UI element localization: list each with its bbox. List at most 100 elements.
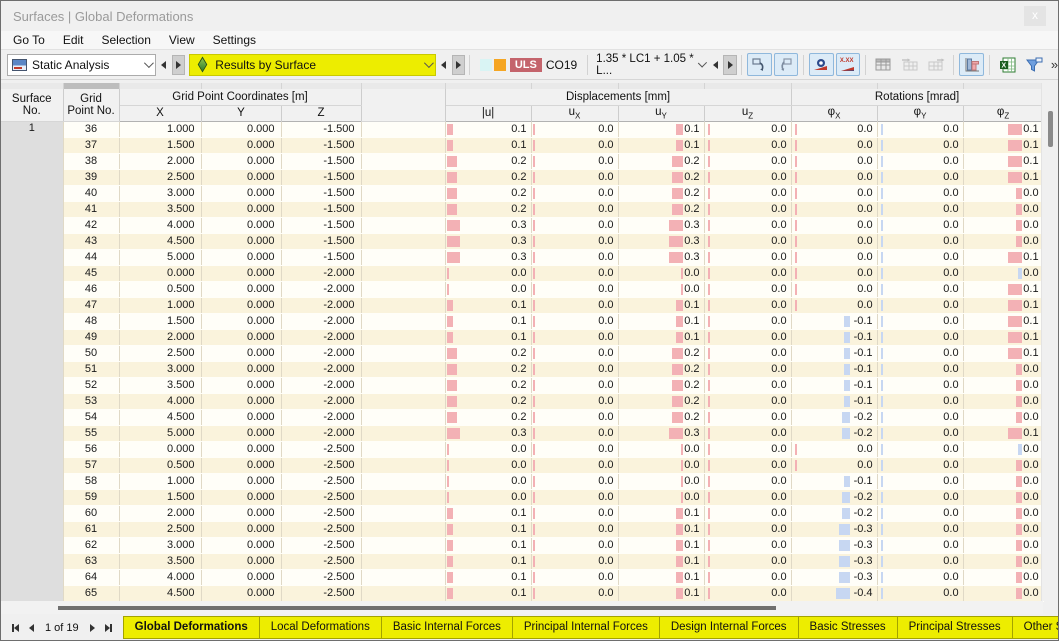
- coordinate-cell[interactable]: 0.000: [201, 313, 282, 330]
- spacer-cell[interactable]: [361, 441, 446, 458]
- value-cell[interactable]: 0.0: [963, 473, 1044, 490]
- coordinate-cell[interactable]: -1.500: [281, 121, 362, 138]
- value-cell[interactable]: 0.0: [877, 489, 964, 506]
- grid-point-no-cell[interactable]: 41: [63, 201, 120, 218]
- value-cell[interactable]: 0.0: [877, 393, 964, 410]
- coordinate-cell[interactable]: 0.000: [119, 441, 202, 458]
- load-combination-combobox[interactable]: 1.35 * LC1 + 1.05 * L...: [592, 53, 708, 77]
- grid-point-no-cell[interactable]: 47: [63, 297, 120, 314]
- grid-point-no-cell[interactable]: 43: [63, 233, 120, 250]
- spacer-cell[interactable]: [361, 169, 446, 186]
- value-cell[interactable]: 0.1: [445, 297, 532, 314]
- value-cell[interactable]: -0.3: [791, 553, 878, 570]
- coordinate-cell[interactable]: -1.500: [281, 185, 362, 202]
- coordinate-cell[interactable]: 5.000: [119, 249, 202, 266]
- value-cell[interactable]: 0.0: [963, 377, 1044, 394]
- value-cell[interactable]: 0.0: [531, 153, 619, 170]
- grid-point-no-cell[interactable]: 38: [63, 153, 120, 170]
- pager-prev-button[interactable]: [23, 620, 39, 636]
- value-cell[interactable]: 0.2: [618, 377, 705, 394]
- spacer-cell[interactable]: [361, 425, 446, 442]
- grid-point-no-cell[interactable]: 39: [63, 169, 120, 186]
- value-cell[interactable]: 0.0: [704, 121, 792, 138]
- value-cell[interactable]: 0.3: [445, 217, 532, 234]
- value-cell[interactable]: 0.0: [531, 441, 619, 458]
- coordinate-cell[interactable]: -2.500: [281, 473, 362, 490]
- coordinate-cell[interactable]: 0.000: [201, 537, 282, 554]
- value-cell[interactable]: 0.0: [963, 393, 1044, 410]
- coordinate-cell[interactable]: 0.000: [201, 585, 282, 602]
- value-cell[interactable]: 0.0: [704, 153, 792, 170]
- value-cell[interactable]: 0.0: [531, 377, 619, 394]
- value-cell[interactable]: 0.0: [877, 585, 964, 602]
- coordinate-cell[interactable]: -1.500: [281, 233, 362, 250]
- menu-view[interactable]: View: [160, 31, 204, 49]
- value-cell[interactable]: 0.0: [704, 137, 792, 154]
- combination-prev-button[interactable]: [709, 55, 723, 75]
- value-cell[interactable]: 0.1: [618, 569, 705, 586]
- analysis-type-combobox[interactable]: Static Analysis: [7, 53, 156, 76]
- value-cell[interactable]: 0.0: [877, 345, 964, 362]
- value-cell[interactable]: 0.0: [531, 425, 619, 442]
- pager-last-button[interactable]: [101, 620, 117, 636]
- grid-point-no-cell[interactable]: 54: [63, 409, 120, 426]
- value-cell[interactable]: 0.0: [704, 553, 792, 570]
- spacer-cell[interactable]: [361, 361, 446, 378]
- value-cell[interactable]: 0.0: [531, 553, 619, 570]
- coordinate-cell[interactable]: 0.000: [201, 297, 282, 314]
- value-cell[interactable]: 0.0: [877, 473, 964, 490]
- coordinate-cell[interactable]: 0.000: [201, 153, 282, 170]
- result-viewer-button[interactable]: [809, 53, 834, 76]
- value-cell[interactable]: 0.0: [618, 489, 705, 506]
- value-cell[interactable]: 0.1: [963, 281, 1044, 298]
- value-cell[interactable]: 0.1: [618, 121, 705, 138]
- spacer-cell[interactable]: [361, 457, 446, 474]
- spacer-cell[interactable]: [361, 121, 446, 138]
- coordinate-cell[interactable]: -2.000: [281, 393, 362, 410]
- value-cell[interactable]: 0.0: [963, 361, 1044, 378]
- value-cell[interactable]: 0.2: [445, 201, 532, 218]
- coordinate-cell[interactable]: 0.000: [201, 185, 282, 202]
- coordinate-cell[interactable]: 3.500: [119, 553, 202, 570]
- value-cell[interactable]: 0.1: [963, 313, 1044, 330]
- spacer-cell[interactable]: [361, 313, 446, 330]
- toolbar-overflow-button[interactable]: »: [1051, 57, 1058, 72]
- value-cell[interactable]: 0.0: [704, 537, 792, 554]
- value-cell[interactable]: 0.0: [531, 473, 619, 490]
- spacer-cell[interactable]: [361, 201, 446, 218]
- value-cell[interactable]: 0.0: [791, 153, 878, 170]
- coordinate-cell[interactable]: -2.000: [281, 377, 362, 394]
- menu-settings[interactable]: Settings: [204, 31, 265, 49]
- value-cell[interactable]: 0.1: [963, 249, 1044, 266]
- coordinate-cell[interactable]: 1.500: [119, 137, 202, 154]
- value-cell[interactable]: 0.0: [531, 201, 619, 218]
- value-cell[interactable]: 0.0: [704, 217, 792, 234]
- analysis-prev-button[interactable]: [157, 55, 171, 75]
- value-cell[interactable]: 0.1: [618, 137, 705, 154]
- coordinate-cell[interactable]: 0.000: [201, 521, 282, 538]
- value-cell[interactable]: 0.0: [963, 185, 1044, 202]
- coordinate-cell[interactable]: 4.500: [119, 585, 202, 602]
- value-cell[interactable]: 0.1: [963, 121, 1044, 138]
- show-result-diagrams-button[interactable]: [959, 53, 984, 76]
- pager-first-button[interactable]: [7, 620, 23, 636]
- coordinate-cell[interactable]: 1.000: [119, 121, 202, 138]
- coordinate-cell[interactable]: 0.000: [201, 329, 282, 346]
- import-table-button[interactable]: [898, 53, 922, 76]
- coordinate-cell[interactable]: 0.000: [201, 201, 282, 218]
- coordinate-cell[interactable]: 0.000: [201, 569, 282, 586]
- table-settings-button[interactable]: [871, 53, 895, 76]
- coordinate-cell[interactable]: 3.500: [119, 201, 202, 218]
- spacer-cell[interactable]: [361, 409, 446, 426]
- value-cell[interactable]: 0.0: [963, 265, 1044, 282]
- value-cell[interactable]: 0.0: [531, 137, 619, 154]
- value-cell[interactable]: 0.2: [445, 377, 532, 394]
- value-cell[interactable]: 0.0: [445, 489, 532, 506]
- grid-point-no-cell[interactable]: 53: [63, 393, 120, 410]
- value-cell[interactable]: 0.0: [877, 265, 964, 282]
- tab-other-stresses[interactable]: Other Stresses: [1012, 616, 1058, 639]
- grid-point-no-cell[interactable]: 40: [63, 185, 120, 202]
- coordinate-cell[interactable]: -2.000: [281, 329, 362, 346]
- value-cell[interactable]: 0.0: [704, 425, 792, 442]
- coordinate-cell[interactable]: -2.000: [281, 313, 362, 330]
